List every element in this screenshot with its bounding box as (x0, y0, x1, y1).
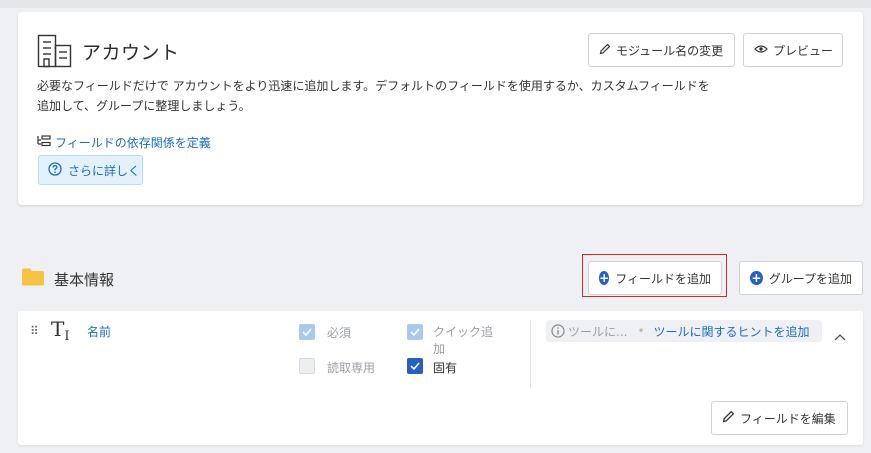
unique-label: 固有 (433, 361, 458, 375)
tooltip-placeholder: ツールに... (568, 324, 628, 339)
plus-circle-icon: + (750, 271, 763, 285)
read-only-checkbox[interactable] (299, 358, 315, 374)
edit-field-label: フィールドを編集 (740, 411, 836, 426)
group-title: 基本情報 (54, 271, 115, 289)
required-checkbox[interactable] (299, 324, 315, 340)
module-header-card: アカウント モジュール名の変更 プレビュー 必要なフィールドだけで アカウントを… (18, 12, 863, 205)
module-description: 必要なフィールドだけで アカウントをより迅速に追加します。デフォルトのフィールド… (37, 79, 710, 113)
learn-more-button[interactable]: さらに詳しく (38, 155, 143, 185)
field-dependency-link[interactable]: フィールドの依存関係を定義 (37, 134, 211, 151)
help-circle-icon (48, 161, 62, 179)
hierarchy-icon (37, 135, 51, 150)
unique-checkbox[interactable] (407, 358, 423, 374)
required-label: 必須 (327, 326, 352, 340)
quick-add-label: クイック追加 (433, 325, 494, 356)
quick-add-checkbox[interactable] (407, 324, 423, 340)
info-icon (551, 324, 565, 338)
tooltip-hint-bar: ツールに... • ツールに関するヒントを追加 (546, 320, 822, 342)
preview-button[interactable]: プレビュー (743, 33, 843, 67)
chevron-up-icon[interactable] (834, 326, 846, 345)
rename-module-label: モジュール名の変更 (616, 43, 724, 58)
read-only-label: 読取専用 (327, 361, 376, 375)
drag-handle-icon[interactable]: ⠿ (30, 324, 39, 338)
add-field-button[interactable]: + フィールドを追加 (588, 261, 722, 295)
top-strip (0, 0, 871, 8)
field-dependency-label: フィールドの依存関係を定義 (55, 136, 211, 150)
field-row-card: ⠿ TI 名前 必須 クイック追加 読取専用 固有 ツールに... • ツールに… (18, 311, 863, 445)
module-title: アカウント (82, 42, 180, 64)
add-field-label: フィールドを追加 (615, 271, 711, 286)
building-icon (37, 34, 73, 72)
learn-more-label: さらに詳しく (68, 163, 141, 178)
add-group-label: グループを追加 (768, 271, 852, 286)
eye-icon (754, 43, 768, 57)
edit-field-button[interactable]: フィールドを編集 (711, 401, 848, 435)
field-name-link[interactable]: 名前 (87, 323, 111, 340)
pencil-icon (722, 410, 735, 426)
folder-icon (21, 267, 45, 291)
add-group-button[interactable]: + グループを追加 (739, 261, 863, 295)
pencil-icon (599, 43, 611, 58)
rename-module-button[interactable]: モジュール名の変更 (588, 33, 735, 67)
preview-label: プレビュー (773, 43, 834, 58)
add-tooltip-hint-link[interactable]: ツールに関するヒントを追加 (654, 323, 810, 340)
plus-circle-icon: + (599, 271, 610, 285)
text-type-icon: TI (51, 317, 70, 344)
separator-dot: • (637, 324, 645, 338)
column-divider (530, 320, 531, 388)
